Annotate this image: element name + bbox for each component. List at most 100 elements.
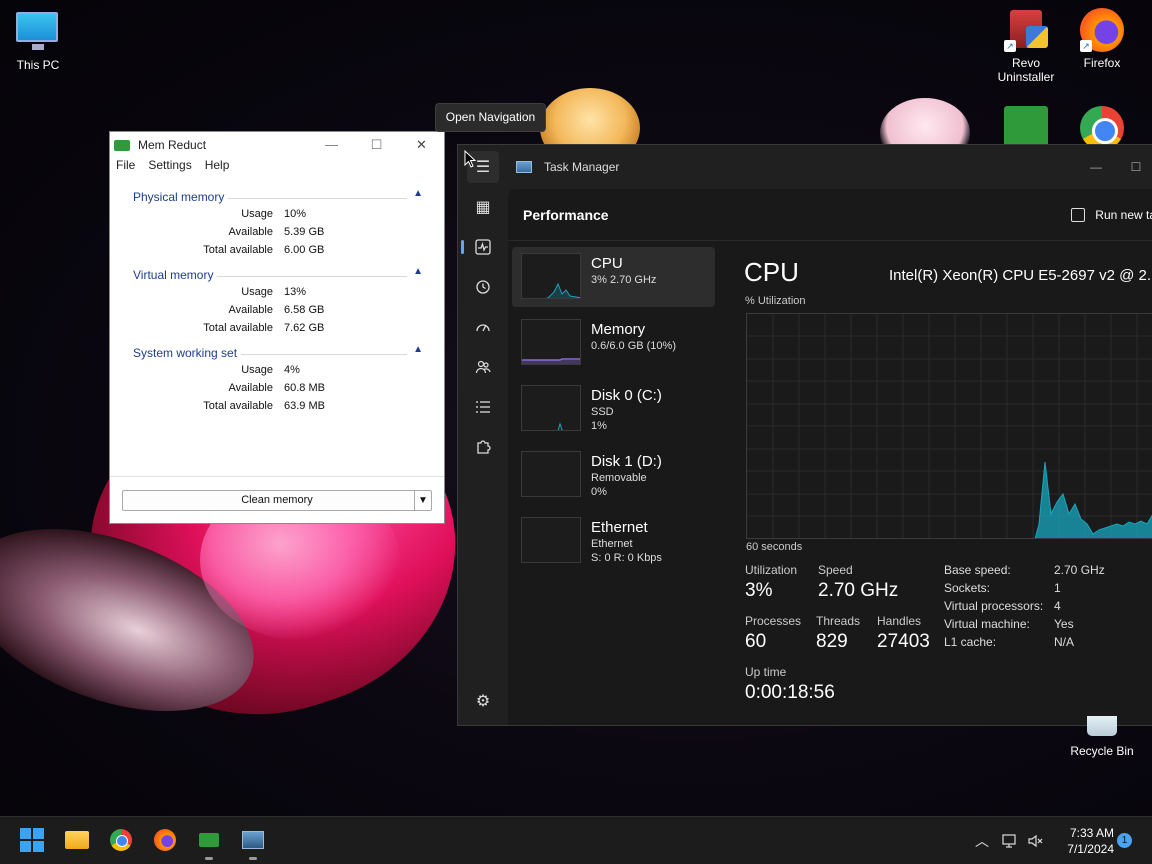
stat-label: Threads [816,614,861,628]
taskbar-task-manager[interactable] [238,825,268,860]
computer-icon [16,10,60,54]
clean-memory-button[interactable]: Clean memory ▼ [122,490,432,511]
stat-label: Usage [241,364,273,376]
resource-item-cpu[interactable]: CPU 3% 2.70 GHz [512,247,715,307]
collapse-chevron-icon[interactable]: ▲ [413,188,423,199]
dropdown-arrow-icon[interactable]: ▼ [414,491,431,510]
stat-label: Total available [203,322,273,334]
spec-value: Yes [1054,617,1074,631]
stat-value: 60 [745,631,767,652]
chrome-icon [110,829,132,851]
stat-row: Total available 63.9 MB [110,400,444,418]
stat-row: Usage 4% [110,364,444,382]
taskbar-clock[interactable]: 7:33 AM 7/1/2024 [1060,825,1114,857]
start-button[interactable] [17,825,47,855]
resource-item-memory[interactable]: Memory 0.6/6.0 GB (10%) [512,313,715,373]
resource-item-disk-0[interactable]: Disk 0 (C:) SSD 1% [512,379,715,439]
taskbar-chrome[interactable] [106,825,136,855]
group-physical-memory[interactable]: Physical memory ▲ [133,184,429,208]
maximize-button[interactable]: ☐ [354,132,399,158]
notification-badge[interactable]: 1 [1117,833,1132,848]
stat-value: 3% [745,580,773,601]
menu-help[interactable]: Help [205,158,230,178]
users-icon[interactable] [467,351,499,383]
desktop-icon-firefox[interactable]: ↗ Firefox [1067,8,1137,70]
disk-1-mini-graph [521,451,581,497]
group-system-working-set[interactable]: System working set ▲ [133,340,429,364]
desktop-icon-label: This PC [16,58,60,72]
startup-apps-icon[interactable] [467,311,499,343]
shortcut-arrow-icon: ↗ [1080,40,1092,52]
stat-value: 7.62 GB [284,322,325,334]
group-virtual-memory[interactable]: Virtual memory ▲ [133,262,429,286]
show-hidden-icons-chevron-icon[interactable]: ︿ [975,817,989,864]
app-history-icon[interactable] [467,271,499,303]
close-button[interactable]: ✕ [399,132,444,158]
resource-name: Memory [591,321,646,338]
resource-item-ethernet[interactable]: Ethernet Ethernet S: 0 R: 0 Kbps [512,511,715,571]
spec-label: Virtual machine: [944,617,1030,631]
stat-value: 2.70 GHz [818,580,899,601]
network-icon[interactable] [1002,817,1018,864]
task-manager-titlebar[interactable]: Task Manager — ☐ [508,145,1152,189]
stat-row: Available 6.58 GB [110,304,444,322]
volume-muted-icon[interactable] [1028,817,1044,864]
cpu-mini-graph [521,253,581,299]
resource-subtitle: 3% 2.70 GHz [591,274,657,286]
menu-file[interactable]: File [116,158,135,178]
taskbar-firefox[interactable] [150,825,180,855]
stat-row: Total available 7.62 GB [110,322,444,340]
desktop-icon-label: Uninstaller [997,70,1055,84]
stat-value: 6.58 GB [284,304,325,316]
stat-utilization: Utilization 3% [745,563,797,602]
window-title: Mem Reduct [138,138,207,152]
taskbar-mem-reduct[interactable] [194,825,224,860]
resource-value: 1% [591,420,607,432]
stat-label: Total available [203,400,273,412]
shortcut-arrow-icon: ↗ [1004,40,1016,52]
page-title: Performance [523,206,609,223]
cpu-specs: Base speed: 2.70 GHz Sockets: 1 Virtual pr… [944,563,1105,653]
resource-value: 0% [591,486,607,498]
desktop-icon-this-pc[interactable]: This PC [3,10,73,72]
memory-module-icon [199,833,219,847]
desktop-icon-revo-uninstaller[interactable]: ↗ Revo Uninstaller [991,8,1061,84]
stat-label: Usage [241,286,273,298]
resource-value: S: 0 R: 0 Kbps [591,552,662,564]
menu-bar: File Settings Help [110,158,444,178]
mem-reduct-titlebar[interactable]: Mem Reduct — ☐ ✕ [110,132,444,158]
menu-settings[interactable]: Settings [148,158,191,178]
processes-icon[interactable]: ▦ [467,191,499,223]
collapse-chevron-icon[interactable]: ▲ [413,344,423,355]
minimize-button[interactable]: — [1076,160,1116,174]
cpu-utilization-graph [746,313,1152,539]
resource-item-disk-1[interactable]: Disk 1 (D:) Removable 0% [512,445,715,505]
details-list-icon[interactable] [467,391,499,423]
taskbar: ︿ 7:33 AM 7/1/2024 1 [0,816,1152,864]
disk-0-mini-graph [521,385,581,431]
navigation-sidebar: ☰ ▦ ⚙ [458,145,508,725]
settings-gear-icon[interactable]: ⚙ [467,685,499,717]
maximize-button[interactable]: ☐ [1116,160,1152,174]
stat-value: 5.39 GB [284,226,325,238]
stat-value: 27403 [877,631,930,652]
stat-label: Handles [877,614,922,628]
resource-subtitle: Ethernet [591,538,633,550]
performance-icon[interactable] [461,231,499,263]
minimize-button[interactable]: — [309,132,354,158]
taskbar-file-explorer[interactable] [62,825,92,855]
stat-value: 829 [816,631,848,652]
spec-label: Base speed: [944,563,1011,577]
run-new-task-button[interactable]: Run new tas [1071,207,1152,222]
stat-label: Available [228,304,273,316]
spec-row: L1 cache: N/A [944,635,1105,653]
firefox-icon: ↗ [1080,8,1124,52]
services-puzzle-icon[interactable] [467,431,499,463]
stat-handles: Handles 27403 [877,614,930,653]
spec-value: N/A [1054,635,1075,649]
spec-row: Virtual processors: 4 [944,599,1105,617]
collapse-chevron-icon[interactable]: ▲ [413,266,423,277]
stat-label: Processes [745,614,802,628]
desktop-icon-recycle-bin[interactable]: Recycle Bin [1066,716,1138,758]
resource-name: Disk 1 (D:) [591,453,662,470]
